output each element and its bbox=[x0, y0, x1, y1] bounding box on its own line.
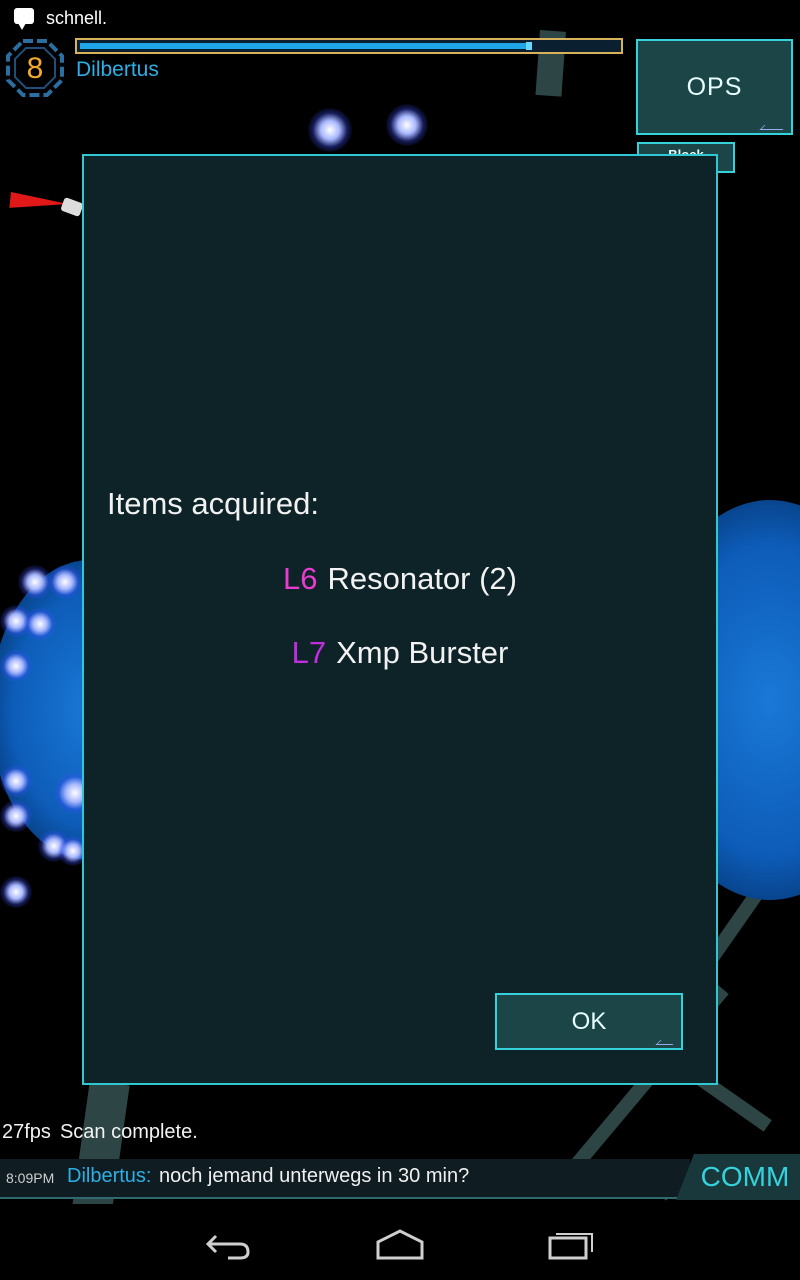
ops-button-label: OPS bbox=[686, 72, 743, 101]
xm-bar-fill bbox=[80, 43, 532, 49]
chat-notification-icon bbox=[14, 8, 34, 30]
items-acquired-dialog: Items acquired: L6 Resonator (2) L7 Xmp Bu… bbox=[82, 154, 718, 1085]
scan-status: Scan complete. bbox=[59, 1121, 198, 1143]
agent-name[interactable]: Dilbertus bbox=[76, 58, 159, 82]
comm-message: noch jemand unterwegs in 30 min? bbox=[159, 1165, 470, 1187]
button-corner-decoration bbox=[759, 125, 788, 130]
acquired-item: L7 Xmp Burster bbox=[84, 635, 716, 671]
home-button[interactable] bbox=[370, 1222, 430, 1266]
xm-bar-marker bbox=[526, 42, 532, 50]
xm-glow bbox=[18, 565, 52, 599]
navigation-bar bbox=[0, 1204, 800, 1280]
back-button[interactable] bbox=[200, 1222, 260, 1266]
button-corner-decoration bbox=[655, 1040, 678, 1045]
status-bar: schnell. bbox=[0, 0, 800, 36]
item-name: Xmp Burster bbox=[336, 635, 509, 670]
agent-level: 8 bbox=[26, 52, 44, 85]
acquired-item: L6 Resonator (2) bbox=[84, 561, 716, 597]
xm-glow bbox=[308, 108, 352, 152]
player-arrow bbox=[9, 192, 69, 214]
xm-glow bbox=[386, 104, 428, 146]
dialog-title: Items acquired: bbox=[107, 486, 319, 521]
item-level: L6 bbox=[282, 561, 318, 596]
back-icon bbox=[205, 1234, 250, 1260]
xm-glow bbox=[24, 608, 56, 640]
player-arrow-tail bbox=[60, 197, 84, 217]
comm-sender[interactable]: Dilbertus: bbox=[67, 1165, 151, 1188]
xm-glow bbox=[0, 876, 32, 908]
item-name: Resonator (2) bbox=[327, 561, 517, 596]
recents-button[interactable] bbox=[540, 1222, 600, 1266]
comm-timestamp: 8:09PM bbox=[6, 1170, 55, 1186]
xm-glow bbox=[0, 765, 32, 797]
ok-button-label: OK bbox=[571, 1007, 607, 1035]
fps-counter: 27fps bbox=[2, 1121, 51, 1143]
xm-bar bbox=[75, 38, 623, 54]
recents-icon bbox=[548, 1233, 593, 1260]
comm-button[interactable]: COMM bbox=[676, 1154, 800, 1200]
notification-text: schnell. bbox=[46, 8, 108, 28]
ok-button[interactable]: OK bbox=[495, 993, 683, 1050]
home-icon bbox=[376, 1229, 424, 1260]
scan-status-line: 27fps Scan complete. bbox=[2, 1121, 198, 1144]
item-level: L7 bbox=[291, 635, 327, 670]
agent-level-badge[interactable]: 8 bbox=[5, 38, 65, 98]
xm-glow bbox=[0, 800, 32, 832]
ops-button[interactable]: OPS bbox=[636, 39, 793, 135]
xm-glow bbox=[0, 650, 32, 682]
xm-glow bbox=[48, 565, 82, 599]
